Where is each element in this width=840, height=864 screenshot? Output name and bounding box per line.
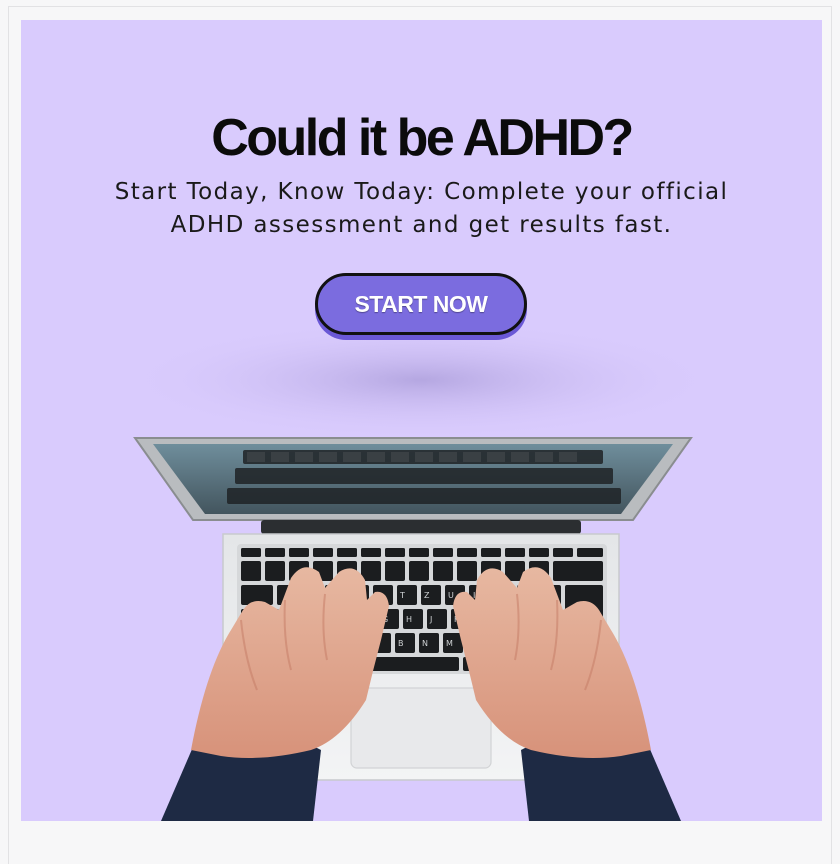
svg-text:M: M — [446, 639, 453, 648]
svg-text:J: J — [429, 615, 432, 624]
subtitle: Start Today, Know Today: Complete your o… — [114, 179, 729, 238]
laptop-typing-hands-photo: QWERTZUIOPÜ SDFGHJKLÖÄ XCVBNM — [121, 320, 721, 821]
headline: Could it be ADHD? — [211, 109, 634, 167]
adhd-ad-banner[interactable]: Could it be ADHD? Start Today, Know Toda… — [21, 20, 822, 821]
svg-text:H: H — [406, 615, 412, 624]
laptop-hinge — [261, 520, 581, 534]
start-now-button[interactable]: START NOW — [315, 273, 527, 335]
trackpad — [350, 687, 492, 769]
svg-text:U: U — [448, 591, 454, 600]
svg-text:B: B — [398, 639, 404, 648]
glow-shadow — [121, 320, 721, 440]
svg-text:T: T — [399, 591, 405, 600]
svg-text:N: N — [422, 639, 428, 648]
svg-text:Z: Z — [424, 591, 430, 600]
